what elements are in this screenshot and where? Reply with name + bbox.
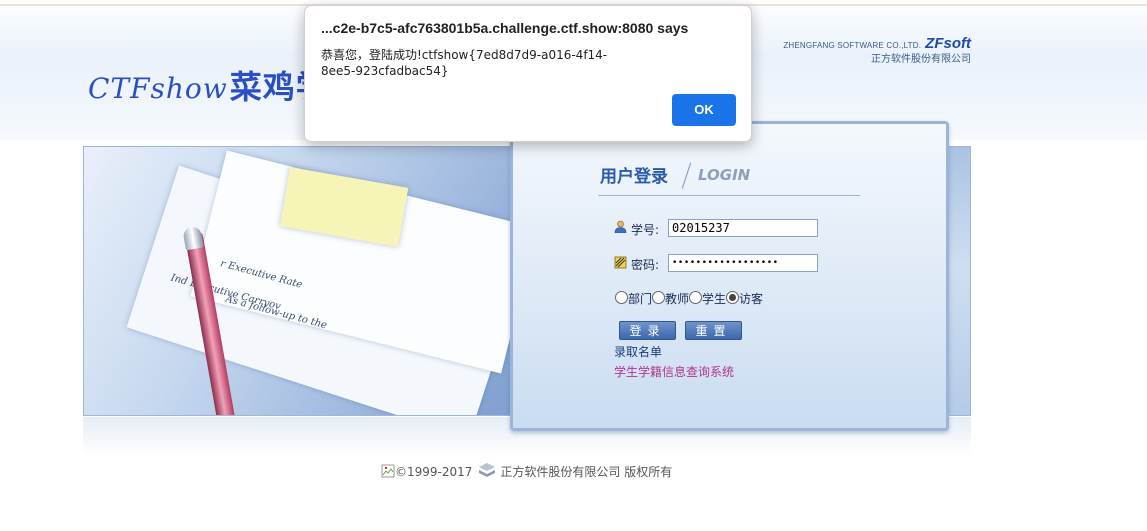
logo-en: CTFshow [88, 72, 228, 105]
role-label-visitor: 访客 [739, 292, 764, 306]
site-logo: CTFshow菜鸡学 [88, 62, 329, 108]
login-button[interactable]: 登录 [619, 321, 676, 340]
radio-department[interactable] [615, 291, 628, 304]
role-label-teacher: 教师 [665, 292, 690, 306]
radio-teacher[interactable] [652, 291, 666, 304]
footer-company: 正方软件股份有限公司 版权所有 [500, 465, 673, 479]
reset-button[interactable]: 重置 [685, 321, 742, 340]
password-input[interactable]: •••••••••••••••••• [668, 254, 818, 272]
key-icon [614, 256, 627, 269]
role-selector: 部门 教师 学生 访客 [615, 290, 763, 307]
login-title-en: LOGIN [698, 166, 751, 184]
brand-cn: 正方软件股份有限公司 [871, 54, 971, 65]
radio-student[interactable] [689, 291, 703, 304]
brand-en: ZHENGFANG SOFTWARE CO.,LTD. [783, 41, 922, 50]
student-id-label: 学号: [631, 223, 660, 237]
user-icon [614, 220, 627, 233]
title-underline [598, 195, 860, 196]
zfsoft-logo-icon [479, 463, 496, 477]
ok-button[interactable]: OK [672, 94, 736, 126]
broken-image-icon [381, 464, 395, 478]
company-brand: ZHENGFANG SOFTWARE CO.,LTD. ZFsoft 正方软件股份… [778, 33, 971, 65]
admission-list-link[interactable]: 录取名单 [614, 343, 662, 360]
role-label-student: 学生 [702, 292, 727, 306]
banner-image: r Executive Rate Ind Executive Carryov A… [84, 147, 512, 415]
alert-title: ...c2e-b7c5-afc763801b5a.challenge.ctf.s… [321, 20, 689, 36]
copyright-text: ©1999-2017 [395, 465, 473, 479]
alert-dialog: ...c2e-b7c5-afc763801b5a.challenge.ctf.s… [304, 5, 752, 142]
login-title: 用户登录 [600, 167, 668, 187]
password-label: 密码: [631, 258, 660, 272]
alert-message: 恭喜您，登陆成功!ctfshow{7ed8d7d9-a016-4f14-8ee5… [321, 48, 608, 78]
role-label-department: 部门 [628, 292, 653, 306]
radio-visitor[interactable] [726, 291, 740, 304]
student-id-input[interactable]: 02015237 [668, 219, 818, 237]
student-records-link[interactable]: 学生学籍信息查询系统 [614, 363, 734, 380]
footer: ©1999-2017 正方软件股份有限公司 版权所有 [381, 462, 672, 480]
